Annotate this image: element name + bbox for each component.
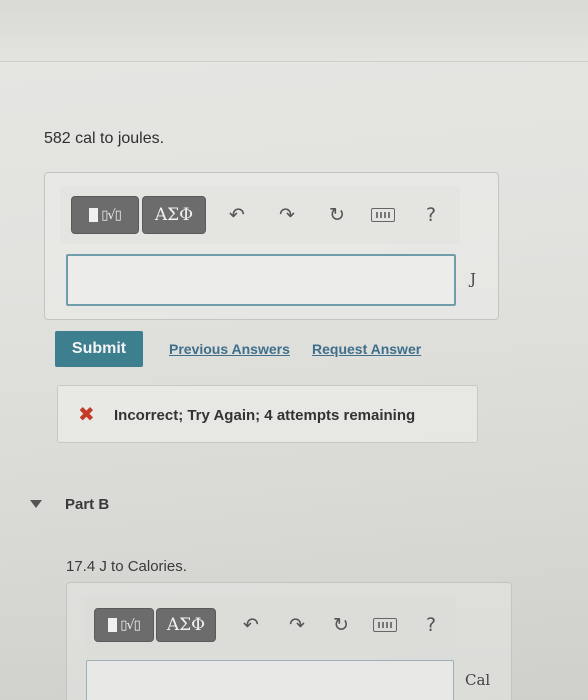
request-answer-link[interactable]: Request Answer [312,341,421,357]
help-button[interactable]: ? [418,612,444,638]
reset-icon[interactable]: ↻ [328,612,354,638]
undo-icon[interactable]: ↶ [224,202,250,228]
feedback-message: Incorrect; Try Again; 4 attempts remaini… [114,407,416,424]
greek-symbols-button[interactable]: ΑΣΦ [156,608,216,642]
math-toolbar-part-b: ▯√▯ ΑΣΦ ↶ ↷ ↻ ? [84,598,456,650]
part-b-title[interactable]: Part B [65,496,109,513]
unit-label-part-a: J [470,270,477,288]
math-toolbar-part-a: ▯√▯ ΑΣΦ ↶ ↷ ↻ ? [60,186,460,244]
submit-button[interactable]: Submit [55,331,143,367]
answer-input-part-b[interactable] [86,660,454,700]
header-band [0,0,588,62]
templates-button[interactable]: ▯√▯ [94,608,154,642]
question-text-part-a: 582 cal to joules. [44,130,165,147]
answer-input-part-a[interactable] [66,254,456,306]
reset-icon[interactable]: ↻ [324,202,350,228]
help-button[interactable]: ? [418,202,444,228]
x-icon: ✖ [78,404,95,426]
collapse-caret-icon[interactable] [30,500,42,508]
templates-button[interactable]: ▯√▯ [71,196,139,234]
redo-icon[interactable]: ↷ [284,612,310,638]
redo-icon[interactable]: ↷ [274,202,300,228]
templates-icon: ▯√▯ [108,618,141,633]
unit-label-part-b: Cal [465,671,491,689]
templates-icon: ▯√▯ [89,208,122,223]
greek-symbols-button[interactable]: ΑΣΦ [142,196,206,234]
question-text-part-b: 17.4 J to Calories. [66,558,187,575]
previous-answers-link[interactable]: Previous Answers [169,341,290,357]
keyboard-icon[interactable] [370,202,396,228]
undo-icon[interactable]: ↶ [238,612,264,638]
feedback-box: ✖ Incorrect; Try Again; 4 attempts remai… [57,385,478,443]
keyboard-icon[interactable] [372,612,398,638]
